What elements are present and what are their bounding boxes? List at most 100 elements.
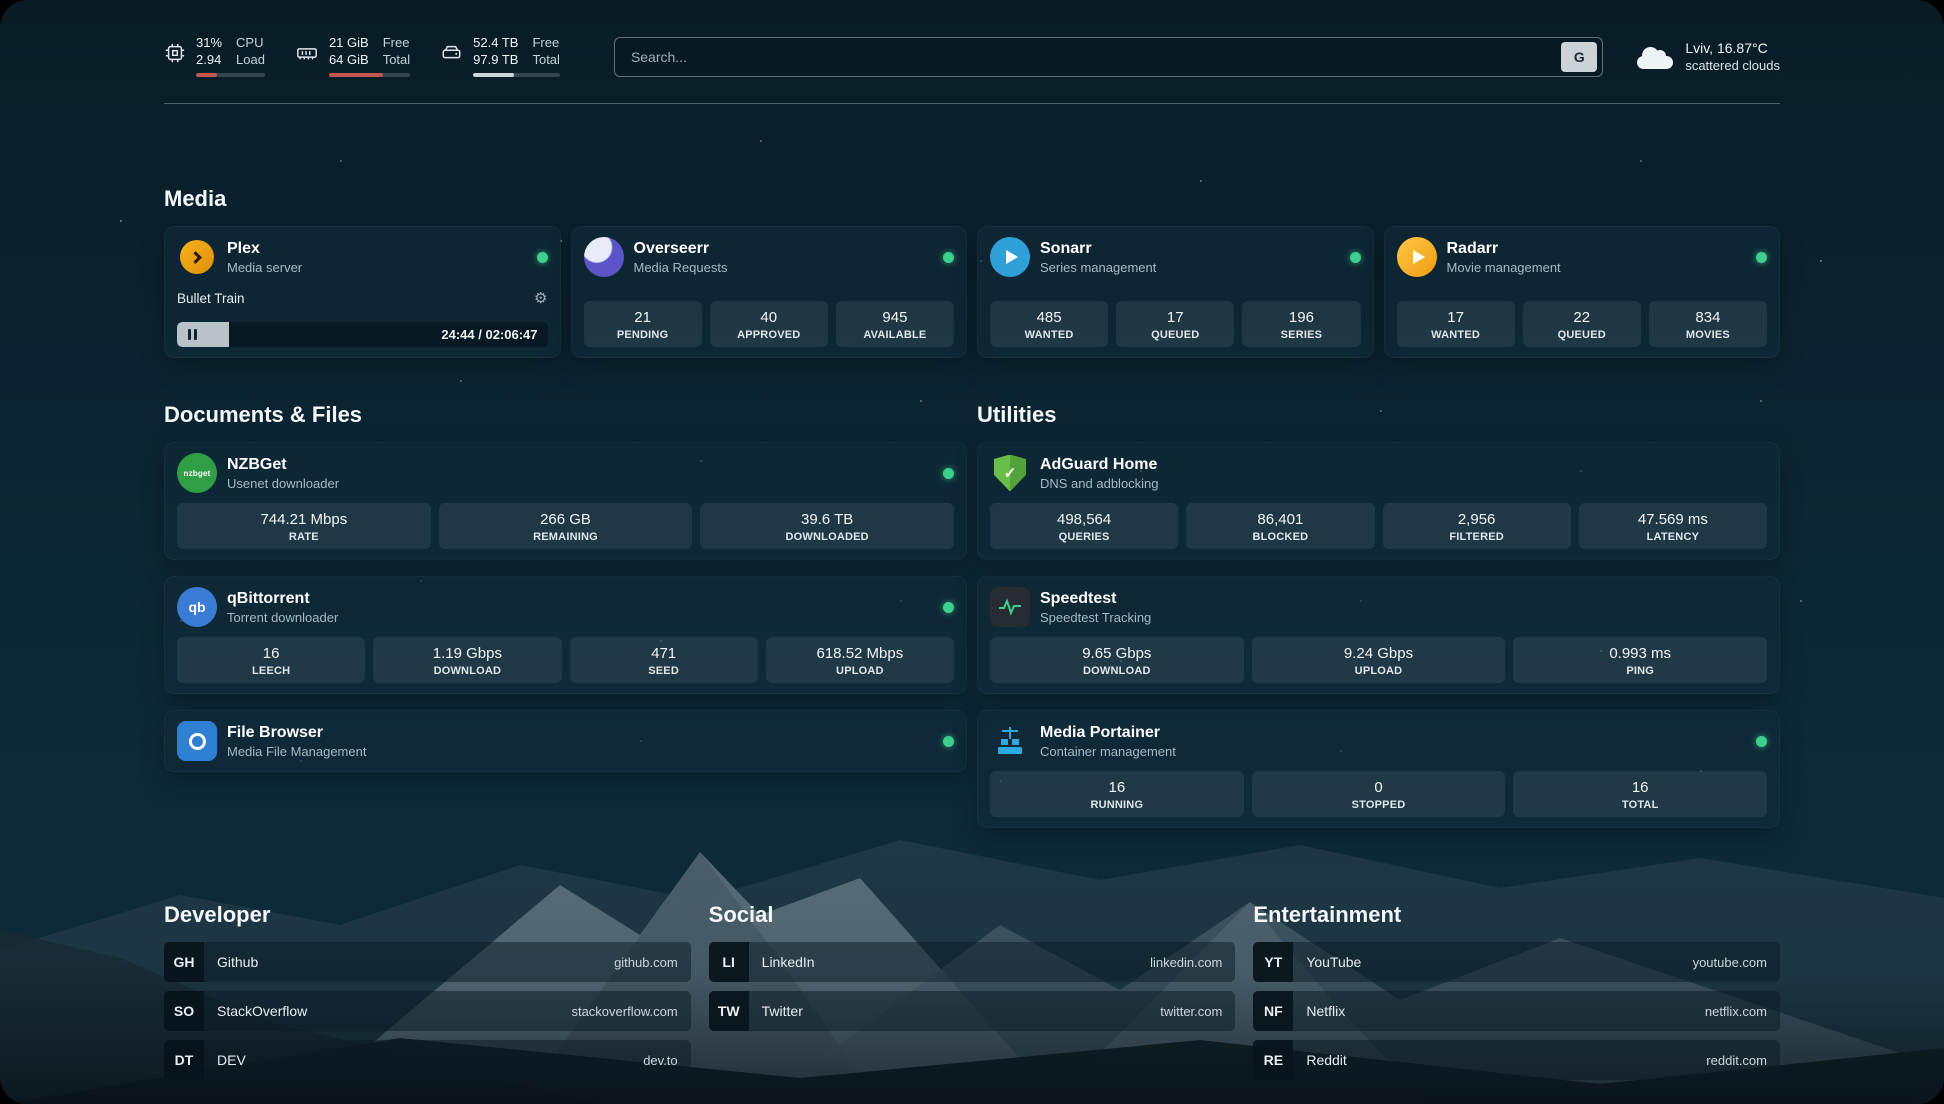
bookmark-url: netflix.com	[1705, 1004, 1767, 1019]
app-name: File Browser	[227, 723, 366, 743]
cpu-label-bottom: Load	[236, 51, 265, 68]
stat-value: 945	[840, 308, 950, 327]
pause-icon[interactable]	[186, 325, 199, 344]
weather-location: Lviv, 16.87°C	[1685, 39, 1780, 57]
stat-value: 16	[994, 778, 1240, 797]
stat-label: QUERIES	[994, 531, 1174, 543]
speedtest-card[interactable]: Speedtest Speedtest Tracking 9.65 Gbps D…	[977, 576, 1780, 694]
app-subtitle: Media server	[227, 259, 302, 276]
disk-total-value: 97.9 TB	[473, 51, 518, 68]
stat-value: 16	[181, 644, 361, 663]
stat-label: AVAILABLE	[840, 329, 950, 341]
bookmark-linkedin[interactable]: LI LinkedIn linkedin.com	[709, 942, 1236, 982]
ram-free-value: 21 GiB	[329, 34, 369, 51]
stat-label: UPLOAD	[1256, 665, 1502, 677]
top-bar: 31% 2.94 CPU Load	[164, 0, 1780, 77]
bookmark-twitter[interactable]: TW Twitter twitter.com	[709, 991, 1236, 1031]
cpu-label-top: CPU	[236, 34, 265, 51]
status-online-dot	[537, 252, 548, 263]
stat-value: 86,401	[1190, 510, 1370, 529]
playback-progress-bar[interactable]: 24:44 / 02:06:47	[177, 322, 548, 347]
stat-value: 485	[994, 308, 1104, 327]
entertainment-section-title: Entertainment	[1253, 902, 1780, 928]
netflix-badge-icon: NF	[1253, 991, 1293, 1031]
search-input[interactable]	[629, 48, 1561, 66]
search-bar: G	[614, 37, 1603, 77]
app-name: Sonarr	[1040, 239, 1156, 259]
sonarr-card[interactable]: Sonarr Series management 485 WANTED 17 Q…	[977, 226, 1374, 358]
bookmark-stackoverflow[interactable]: SO StackOverflow stackoverflow.com	[164, 991, 691, 1031]
app-name: AdGuard Home	[1040, 455, 1159, 475]
stat-label: DOWNLOADED	[704, 531, 950, 543]
bookmark-url: linkedin.com	[1150, 955, 1222, 970]
stat-blocked: 86,401 BLOCKED	[1186, 503, 1374, 549]
utilities-section-title: Utilities	[977, 402, 1780, 428]
stat-label: SERIES	[1246, 329, 1356, 341]
stat-label: RATE	[181, 531, 427, 543]
app-name: Overseerr	[634, 239, 728, 259]
adguard-card[interactable]: ✓ AdGuard Home DNS and adblocking 498,56…	[977, 442, 1780, 560]
stat-label: LEECH	[181, 665, 361, 677]
stat-value: 266 GB	[443, 510, 689, 529]
stat-value: 0	[1256, 778, 1502, 797]
stat-latency: 47.569 ms LATENCY	[1579, 503, 1767, 549]
app-name: Speedtest	[1040, 589, 1151, 609]
stat-downloaded: 39.6 TB DOWNLOADED	[700, 503, 954, 549]
status-online-dot	[1350, 252, 1361, 263]
social-section-title: Social	[709, 902, 1236, 928]
plex-card[interactable]: Plex Media server Bullet Train ⚙ 24:44 /…	[164, 226, 561, 358]
disk-label-top: Free	[532, 34, 559, 51]
portainer-card[interactable]: Media Portainer Container management 16 …	[977, 710, 1780, 828]
app-name: Plex	[227, 239, 302, 259]
bookmark-name: YouTube	[1306, 954, 1361, 970]
stat-queued: 22 QUEUED	[1523, 301, 1641, 347]
overseerr-card[interactable]: Overseerr Media Requests 21 PENDING 40 A…	[571, 226, 968, 358]
radarr-card[interactable]: Radarr Movie management 17 WANTED 22 QUE…	[1384, 226, 1781, 358]
stat-wanted: 17 WANTED	[1397, 301, 1515, 347]
stat-approved: 40 APPROVED	[710, 301, 828, 347]
stat-label: QUEUED	[1527, 329, 1637, 341]
filebrowser-card[interactable]: File Browser Media File Management	[164, 710, 967, 772]
stat-running: 16 RUNNING	[990, 771, 1244, 817]
app-name: Media Portainer	[1040, 723, 1176, 743]
app-subtitle: DNS and adblocking	[1040, 475, 1159, 492]
playback-time: 24:44 / 02:06:47	[441, 327, 547, 342]
stat-value: 834	[1653, 308, 1763, 327]
bookmark-name: Github	[217, 954, 258, 970]
stat-label: LATENCY	[1583, 531, 1763, 543]
stat-series: 196 SERIES	[1242, 301, 1360, 347]
stat-value: 2,956	[1387, 510, 1567, 529]
section-entertainment: Entertainment YT YouTube youtube.com NF …	[1253, 902, 1780, 1089]
nzbget-card[interactable]: nzbget NZBGet Usenet downloader 744.21 M…	[164, 442, 967, 560]
app-subtitle: Container management	[1040, 743, 1176, 760]
gear-icon[interactable]: ⚙	[534, 291, 547, 306]
reddit-badge-icon: RE	[1253, 1040, 1293, 1080]
stat-download: 9.65 Gbps DOWNLOAD	[990, 637, 1244, 683]
filebrowser-icon	[177, 721, 217, 761]
stackoverflow-badge-icon: SO	[164, 991, 204, 1031]
bookmark-name: Twitter	[762, 1003, 803, 1019]
developer-section-title: Developer	[164, 902, 691, 928]
overseerr-icon	[584, 237, 624, 277]
stat-label: QUEUED	[1120, 329, 1230, 341]
dashboard-window: 31% 2.94 CPU Load	[0, 0, 1944, 1104]
plex-icon	[177, 237, 217, 277]
bookmark-dev[interactable]: DT DEV dev.to	[164, 1040, 691, 1080]
bookmark-youtube[interactable]: YT YouTube youtube.com	[1253, 942, 1780, 982]
qbittorrent-card[interactable]: qb qBittorrent Torrent downloader 16 LEE…	[164, 576, 967, 694]
bookmark-reddit[interactable]: RE Reddit reddit.com	[1253, 1040, 1780, 1080]
stat-value: 39.6 TB	[704, 510, 950, 529]
stat-remaining: 266 GB REMAINING	[439, 503, 693, 549]
speedtest-icon	[990, 587, 1030, 627]
bookmark-github[interactable]: GH Github github.com	[164, 942, 691, 982]
stat-label: RUNNING	[994, 799, 1240, 811]
bookmark-netflix[interactable]: NF Netflix netflix.com	[1253, 991, 1780, 1031]
stat-label: TOTAL	[1517, 799, 1763, 811]
section-utilities: Utilities ✓ AdGuard Home DNS and adblock…	[977, 402, 1780, 828]
cpu-icon	[164, 42, 186, 69]
stat-label: PENDING	[588, 329, 698, 341]
search-engine-button[interactable]: G	[1561, 42, 1597, 72]
status-online-dot	[1756, 252, 1767, 263]
app-name: qBittorrent	[227, 589, 338, 609]
stat-label: SEED	[574, 665, 754, 677]
